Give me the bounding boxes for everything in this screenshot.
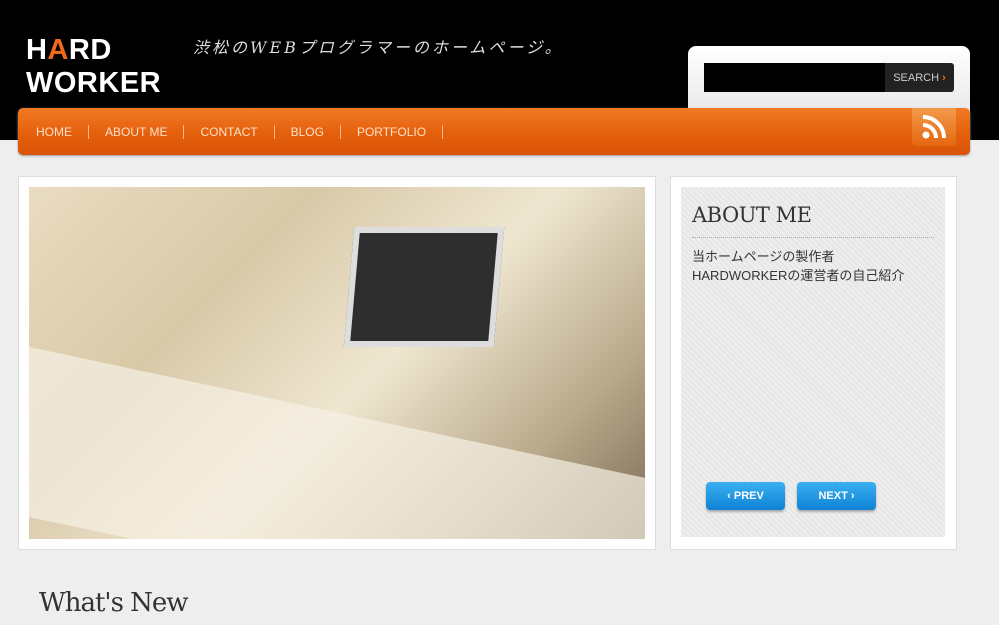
logo-text: A xyxy=(47,34,69,66)
logo-text: H xyxy=(26,34,48,66)
nav-portfolio[interactable]: PORTFOLIO xyxy=(357,125,444,139)
next-button[interactable]: NEXT › xyxy=(797,482,876,510)
section-title: What's New xyxy=(39,588,189,618)
about-title: ABOUT ME xyxy=(692,203,812,227)
desk-shape xyxy=(29,347,645,539)
rss-icon[interactable] xyxy=(912,108,956,146)
prev-button[interactable]: ‹ PREV xyxy=(706,482,785,510)
main-nav: HOME ABOUT ME CONTACT BLOG PORTFOLIO xyxy=(18,108,970,155)
nav-home[interactable]: HOME xyxy=(36,125,89,139)
about-line: HARDWORKERの運営者の自己紹介 xyxy=(692,268,905,283)
search-label: SEARCH xyxy=(893,71,940,84)
nav-blog[interactable]: BLOG xyxy=(291,125,341,139)
logo-text: WORKER xyxy=(26,67,162,99)
nav-about-me[interactable]: ABOUT ME xyxy=(105,125,185,139)
logo[interactable]: HARD WORKER xyxy=(26,34,161,100)
logo-text: RD xyxy=(68,34,112,66)
chevron-right-icon: › xyxy=(942,71,946,84)
hero-slider xyxy=(18,176,656,550)
tagline: 渋松のWEBプログラマーのホームページ。 xyxy=(193,38,564,57)
about-line: 当ホームページの製作者 xyxy=(692,249,835,264)
search-box: SEARCH › xyxy=(688,46,970,116)
nav-contact[interactable]: CONTACT xyxy=(200,125,275,139)
about-text: 当ホームページの製作者 HARDWORKERの運営者の自己紹介 xyxy=(692,247,904,285)
laptop-shape xyxy=(343,227,505,347)
divider xyxy=(692,237,934,238)
search-input[interactable] xyxy=(704,63,886,92)
search-button[interactable]: SEARCH › xyxy=(885,63,954,92)
about-panel: ABOUT ME 当ホームページの製作者 HARDWORKERの運営者の自己紹介 … xyxy=(670,176,957,550)
desk-photo xyxy=(29,187,645,539)
